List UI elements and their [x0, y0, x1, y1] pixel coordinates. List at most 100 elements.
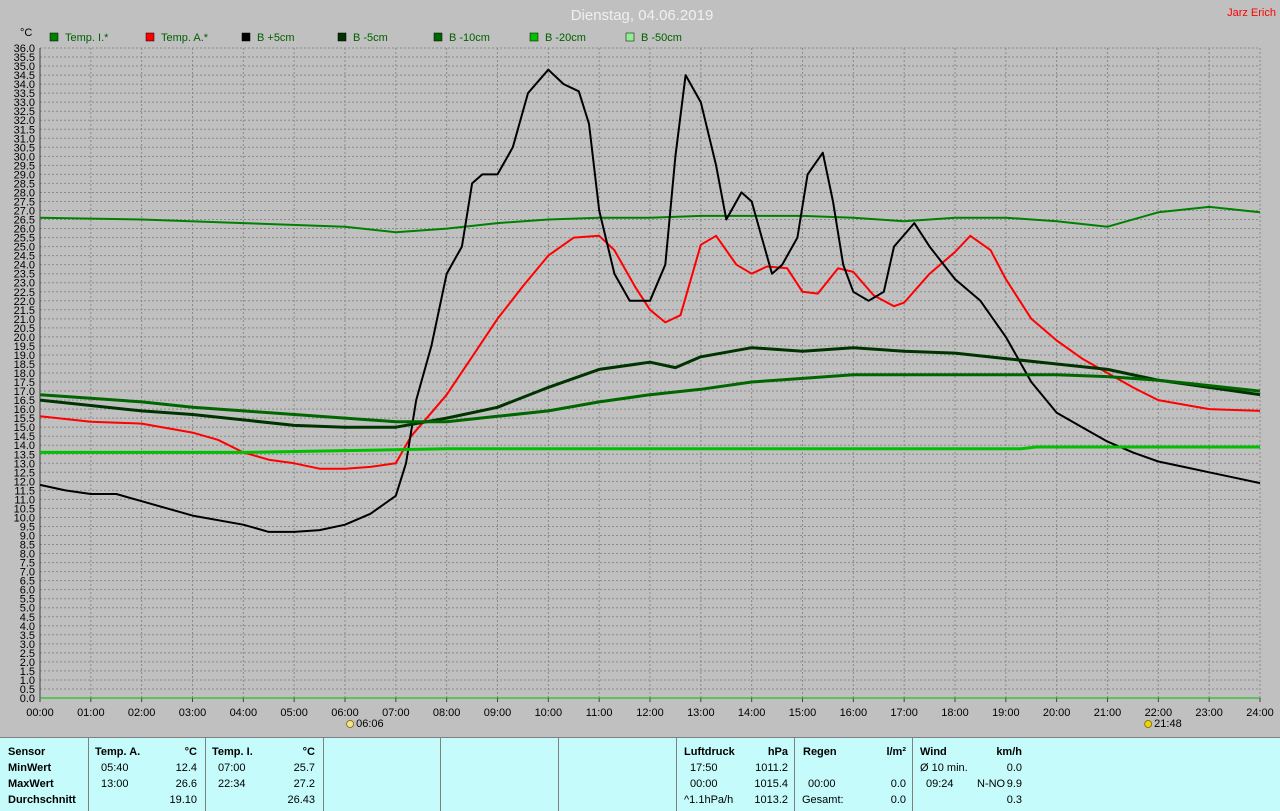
- wind-max-time: 09:24: [926, 778, 954, 790]
- legend-swatch: [337, 32, 347, 42]
- x-tick-label: 11:00: [586, 707, 613, 719]
- legend-label: B -20cm: [545, 32, 586, 44]
- legend-swatch: [529, 32, 539, 42]
- x-tick-label: 20:00: [1043, 707, 1071, 719]
- legend: Temp. I.* Temp. A.* B +5cm B -5cm B -10cm B -…: [49, 32, 682, 44]
- x-tick-label: 02:00: [128, 707, 156, 719]
- wind-current: 0.3: [1006, 794, 1022, 806]
- summary-col-wind: Wind km/h Ø 10 min. 0.0 09:24 N-NO 9.9 0…: [913, 738, 1030, 811]
- minwert-label: MinWert: [8, 762, 52, 774]
- temp-i-header: Temp. I.: [212, 746, 253, 758]
- wind-max-dir: N-NO: [977, 778, 1006, 790]
- temp-i-min-time: 07:00: [218, 762, 246, 774]
- chart-title: Dienstag, 04.06.2019: [571, 7, 714, 24]
- summary-col-regen: Regen l/m² 00:00 0.0 Gesamt: 0.0: [795, 738, 913, 811]
- temp-i-unit: °C: [302, 746, 315, 758]
- legend-label: Temp. A.*: [161, 32, 209, 44]
- summary-col-temp-a: Temp. A. °C 05:40 12.4 13:00 26.6 19.10: [89, 738, 206, 811]
- sensor-header: Sensor: [8, 746, 46, 758]
- luftdruck-max-val: 1015.4: [754, 778, 788, 790]
- regen-max-val: 0.0: [890, 778, 906, 790]
- x-tick-label: 00:00: [26, 707, 54, 719]
- summary-col-temp-i: Temp. I. °C 07:00 25.7 22:34 27.2 26.43: [206, 738, 324, 811]
- x-tick-label: 24:00: [1246, 707, 1274, 719]
- luftdruck-header: Luftdruck: [684, 746, 735, 758]
- luftdruck-unit: hPa: [767, 746, 788, 758]
- regen-max-time: 00:00: [808, 778, 836, 790]
- x-tick-label: 14:00: [738, 707, 766, 719]
- x-tick-label: 19:00: [992, 707, 1020, 719]
- y-tick-labels: 0.00.51.01.52.02.53.03.54.04.55.05.56.06…: [14, 43, 35, 705]
- x-tick-label: 05:00: [280, 707, 308, 719]
- x-tick-label: 08:00: [433, 707, 461, 719]
- legend-swatch: [241, 32, 251, 42]
- sunset-icon: [1144, 720, 1153, 728]
- temp-a-unit: °C: [184, 746, 197, 758]
- temp-i-avg: 26.43: [287, 794, 315, 806]
- wind-avg-val: 0.0: [1006, 762, 1022, 774]
- summary-table: Sensor MinWert MaxWert Durchschnitt Temp…: [0, 737, 1280, 811]
- x-tick-label: 17:00: [890, 707, 918, 719]
- temp-i-min-val: 25.7: [293, 762, 315, 774]
- wind-avg-label: Ø 10 min.: [920, 762, 968, 774]
- series-line: [40, 445, 1260, 454]
- maxwert-label: MaxWert: [8, 778, 54, 790]
- temp-i-max-time: 22:34: [218, 778, 246, 790]
- series-line: [39, 346, 1261, 429]
- author-label: Jarz Erich: [1227, 7, 1276, 19]
- regen-unit: l/m²: [886, 746, 906, 758]
- x-tick-label: 01:00: [77, 707, 105, 719]
- legend-label: Temp. I.*: [65, 32, 109, 44]
- temp-a-max-val: 26.6: [175, 778, 197, 790]
- x-tick-labels: 00:00 01:00 02:00 03:00 04:00 05:00 06:00 07:00…: [26, 707, 1274, 719]
- luftdruck-trend: ^1.1hPa/h: [684, 794, 734, 806]
- x-tick-label: 12:00: [636, 707, 664, 719]
- regen-header: Regen: [803, 746, 837, 758]
- y-axis-unit: °C: [20, 27, 32, 39]
- temp-a-min-time: 05:40: [101, 762, 129, 774]
- summary-col-empty-2: [441, 738, 559, 811]
- summary-col-empty-1: [324, 738, 441, 811]
- x-tick-label: 07:00: [382, 707, 410, 719]
- legend-label: B -5cm: [353, 32, 388, 44]
- legend-swatch: [49, 32, 59, 42]
- temp-a-min-val: 12.4: [175, 762, 197, 774]
- luftdruck-min-val: 1011.2: [755, 762, 788, 774]
- x-tick-label: 13:00: [687, 707, 715, 719]
- luftdruck-current: 1013.2: [754, 794, 788, 806]
- sunrise-icon: [346, 720, 354, 728]
- x-tick-label: 23:00: [1195, 707, 1223, 719]
- summary-col-sensor: Sensor MinWert MaxWert Durchschnitt: [0, 738, 89, 811]
- y-tick-label: 36.0: [14, 43, 35, 55]
- summary-col-luftdruck: Luftdruck hPa 17:50 1011.2 00:00 1015.4 …: [677, 738, 795, 811]
- x-tick-label: 10:00: [535, 707, 563, 719]
- temperature-chart: Dienstag, 04.06.2019 Jarz Erich °C Temp.…: [14, 7, 1276, 730]
- sunrise-label: 06:06: [356, 718, 384, 730]
- legend-label: B -10cm: [449, 32, 490, 44]
- regen-total-label: Gesamt:: [802, 794, 844, 806]
- x-tick-label: 03:00: [179, 707, 207, 719]
- wind-header: Wind: [920, 746, 947, 758]
- x-tick-label: 16:00: [840, 707, 868, 719]
- x-tick-label: 06:00: [331, 707, 359, 719]
- x-tick-label: 18:00: [941, 707, 969, 719]
- luftdruck-max-time: 00:00: [690, 778, 718, 790]
- legend-swatch: [433, 32, 443, 42]
- wind-unit: km/h: [996, 746, 1022, 758]
- temp-i-max-val: 27.2: [293, 778, 315, 790]
- legend-swatch: [145, 32, 155, 42]
- legend-label: B -50cm: [641, 32, 682, 44]
- regen-total: 0.0: [890, 794, 906, 806]
- wind-max-val: 9.9: [1006, 778, 1022, 790]
- temp-a-header: Temp. A.: [95, 746, 141, 758]
- x-tick-label: 09:00: [484, 707, 512, 719]
- sunset-label: 21:48: [1154, 718, 1182, 730]
- legend-swatch: [625, 32, 635, 42]
- luftdruck-min-time: 17:50: [690, 762, 718, 774]
- summary-col-empty-3: [559, 738, 677, 811]
- x-tick-label: 21:00: [1094, 707, 1122, 719]
- legend-label: B +5cm: [257, 32, 295, 44]
- x-tick-label: 15:00: [789, 707, 817, 719]
- x-tick-label: 04:00: [230, 707, 258, 719]
- durchschnitt-label: Durchschnitt: [8, 794, 76, 806]
